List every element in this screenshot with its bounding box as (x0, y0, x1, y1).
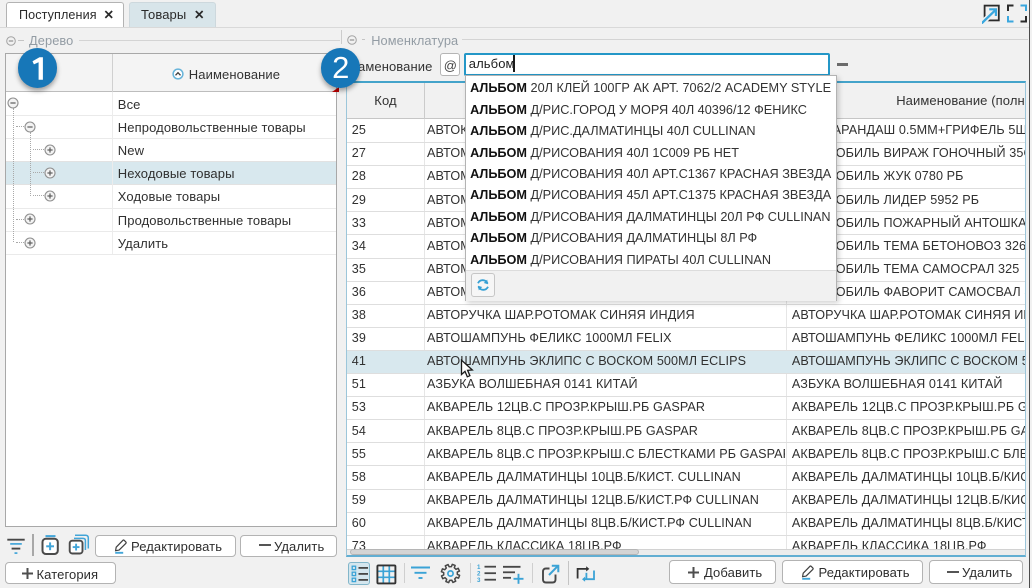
svg-text:3: 3 (477, 577, 481, 583)
